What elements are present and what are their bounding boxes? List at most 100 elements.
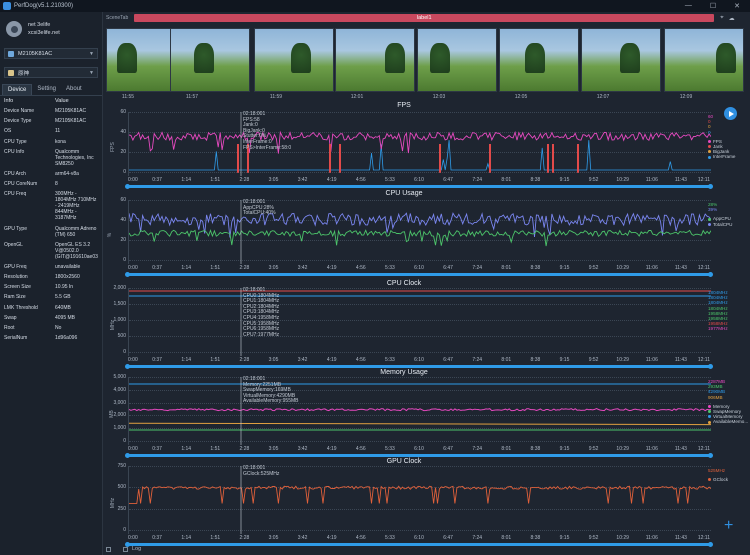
- minimize-button[interactable]: —: [685, 2, 692, 10]
- memory-plot[interactable]: 02:18:001 Memory:2251MB SwapMemory:169MB Vi…: [128, 376, 711, 445]
- x-tick-label: 11:43: [674, 177, 687, 183]
- y-tick-label: 500: [117, 484, 126, 491]
- jank-marker: [339, 144, 341, 173]
- time-range-scrollbar[interactable]: [125, 453, 713, 458]
- jank-marker: [547, 144, 549, 173]
- info-key: Screen Size: [4, 284, 31, 291]
- jank-marker: [577, 144, 579, 173]
- x-tick-label: 10:29: [616, 265, 629, 271]
- info-row: Screen Size 10.95 In: [4, 284, 98, 290]
- info-value: 5.5 GB: [55, 294, 71, 301]
- legend-value: 1804MHz: [708, 300, 728, 306]
- info-header-key: Info: [4, 98, 14, 104]
- legend-item[interactable]: GClock: [708, 477, 728, 482]
- legend-item[interactable]: AvailableMemo...: [708, 419, 748, 424]
- legend-swatch-icon: [708, 139, 711, 143]
- legend-item[interactable]: InterFrame: [708, 154, 735, 159]
- tooltip-line: GClock:525MHz: [243, 470, 280, 477]
- legend-item[interactable]: TotalCPU: [708, 222, 732, 227]
- x-tick-label: 3:42: [297, 535, 308, 541]
- info-key: CPU Freq: [4, 191, 27, 198]
- device-select[interactable]: M2105K81AC ▼: [4, 48, 98, 59]
- x-tick-label: 7:24: [472, 446, 483, 452]
- x-tick-label: 1:51: [210, 265, 221, 271]
- scene-thumbnail[interactable]: [664, 28, 744, 92]
- app-logo-icon: [3, 2, 11, 10]
- thumbnail-time: 12:01: [350, 94, 364, 100]
- scene-thumbnail[interactable]: [254, 28, 334, 92]
- x-tick-label: 1:51: [210, 446, 221, 452]
- location-icon[interactable]: ⌖: [720, 15, 723, 22]
- info-rows: Device Name M2105K81AC Device Type M2105K81…: [4, 108, 98, 341]
- info-value: 300MHz - 1804MHz 710MHz - 2419MHz 844MHz…: [55, 191, 97, 222]
- user-info[interactable]: net 3elife xcsi3elife.net: [0, 12, 102, 46]
- x-tick-label: 6:47: [443, 535, 453, 541]
- thumbnail-scenery: [194, 43, 214, 73]
- scene-label[interactable]: label1: [134, 14, 715, 22]
- x-tick-label: 3:42: [297, 265, 308, 271]
- tab-setting[interactable]: Setting: [32, 84, 61, 95]
- scene-tab-label[interactable]: SceneTab: [106, 15, 128, 21]
- x-tick-label: 12:11: [697, 177, 710, 183]
- y-tick-label: 1,000: [113, 425, 126, 432]
- x-tick-label: 2:28: [239, 265, 250, 271]
- time-range-scrollbar[interactable]: [125, 364, 713, 369]
- time-range-scrollbar[interactable]: [125, 184, 713, 189]
- expand-icon[interactable]: [106, 546, 111, 552]
- device-info-table: Info Value Device Name M2105K81AC Device T…: [0, 96, 102, 347]
- log-checkbox[interactable]: [123, 546, 128, 552]
- y-tick-label: 0: [123, 438, 126, 444]
- cloud-icon[interactable]: ☁: [729, 15, 735, 22]
- tab-about[interactable]: About: [61, 84, 87, 95]
- scene-icons: ⌖ ☁: [720, 15, 734, 22]
- tab-device[interactable]: Device: [2, 84, 33, 95]
- x-tick-label: 4:56: [355, 535, 366, 541]
- x-tick-label: 6:47: [443, 177, 453, 183]
- x-tick-label: 5:33: [385, 446, 395, 452]
- chevron-down-icon: ▼: [89, 50, 94, 57]
- gpu-panel: GPU Clock MHz 750 500 250 0 02:18:001 GClock:52…: [104, 458, 744, 547]
- scene-thumbnail[interactable]: [170, 28, 250, 92]
- x-tick-label: 0:00: [128, 357, 138, 363]
- add-icon[interactable]: +: [724, 518, 733, 534]
- cpu-series-svg: [129, 200, 711, 264]
- avatar[interactable]: [6, 21, 22, 37]
- x-tick-label: 9:15: [559, 177, 570, 183]
- x-tick-label: 1:14: [181, 446, 192, 452]
- info-row: CPU Type kona: [4, 139, 98, 145]
- maximize-button[interactable]: ☐: [710, 2, 716, 10]
- scene-thumbnail[interactable]: [417, 28, 497, 92]
- x-tick-label: 1:51: [210, 535, 221, 541]
- cpu-plot[interactable]: 02:18:001 AppCPU:28% TotalCPU:40%: [128, 199, 711, 264]
- gpu-plot[interactable]: 02:18:001 GClock:525MHz: [128, 465, 711, 534]
- fps-series-svg: [129, 112, 711, 176]
- x-tick-label: 9:15: [559, 535, 570, 541]
- y-tick-label: 0: [123, 257, 126, 263]
- scene-thumbnail[interactable]: [581, 28, 661, 92]
- x-tick-label: 6:47: [443, 446, 453, 452]
- scene-thumbnail[interactable]: [499, 28, 579, 92]
- app-select[interactable]: 原神 ▼: [4, 67, 98, 78]
- y-tick-label: 20: [120, 149, 126, 155]
- legend-label: InterFrame: [713, 154, 736, 160]
- play-button[interactable]: [724, 107, 737, 120]
- chart-legend: 1804MHz 1804MHz 1804MHz 1804MHz 1958MHz 1958M…: [708, 290, 728, 332]
- y-tick-label: 40: [120, 217, 126, 223]
- x-tick-label: 8:38: [530, 535, 541, 541]
- info-row: Ram Size 5.5 GB: [4, 294, 98, 300]
- scene-thumbnail[interactable]: [335, 28, 415, 92]
- info-row: Resolution 1800x2560: [4, 274, 98, 280]
- time-range-scrollbar[interactable]: [125, 272, 713, 277]
- thumbnail-time: 11:57: [185, 94, 199, 100]
- clock-plot[interactable]: 02:18:001 CPU0:1804MHz CPU1:1804MHz CPU2:18…: [128, 287, 711, 356]
- x-tick-label: 5:33: [385, 265, 395, 271]
- x-axis: 0:00 0:37 1:14 1:51 2:28 3:05 3:42 4:19 4:56 5:33…: [128, 265, 710, 271]
- screenshot-strip[interactable]: 11:55 11:57 11:59 12:01 12:03 12:05 12:07 12:09: [104, 24, 750, 102]
- close-button[interactable]: ✕: [734, 2, 740, 10]
- x-tick-label: 0:37: [152, 446, 162, 452]
- user-name: net 3elife: [28, 22, 51, 28]
- x-tick-label: 3:05: [268, 446, 279, 452]
- x-tick-label: 6:10: [414, 265, 424, 271]
- fps-plot[interactable]: 02:18:001 FPS:58 Jank:0 BigJank:0 Stutter:0%…: [128, 111, 711, 176]
- x-tick-label: 9:52: [588, 177, 599, 183]
